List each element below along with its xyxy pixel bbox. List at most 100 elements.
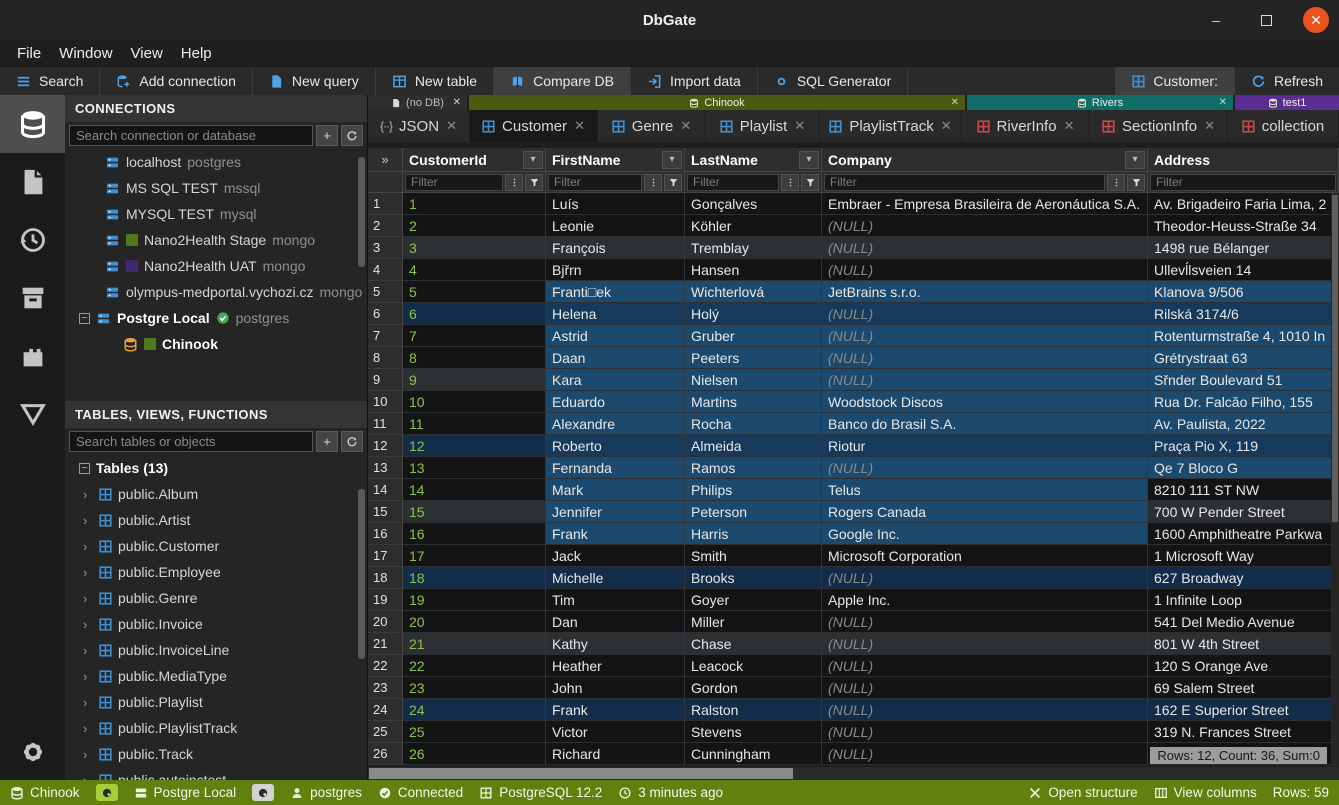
grid-horizontal-scrollbar[interactable] xyxy=(368,767,1339,780)
cell-company[interactable]: Google Inc. xyxy=(822,523,1148,545)
cell-firstname[interactable]: Frank xyxy=(546,699,685,721)
cell-lastname[interactable]: Peeters xyxy=(685,347,822,369)
cell-customerid[interactable]: 25 xyxy=(403,721,546,743)
connection-item-ms-sql-test[interactable]: MS SQL TESTmssql xyxy=(65,175,367,201)
cell-company[interactable]: (NULL) xyxy=(822,567,1148,589)
connection-item-localhost[interactable]: localhostpostgres xyxy=(65,149,367,175)
cell-address[interactable]: 700 W Pender Street xyxy=(1148,501,1339,523)
cell-company[interactable]: (NULL) xyxy=(822,743,1148,765)
collapse-expander[interactable]: − xyxy=(79,463,90,474)
close-tab-group-icon[interactable]: ✕ xyxy=(1219,97,1227,108)
toolbar-button-compare-db[interactable]: Compare DB xyxy=(494,67,631,95)
row-number[interactable]: 10 xyxy=(368,391,403,413)
cell-customerid[interactable]: 4 xyxy=(403,259,546,281)
table-item-public-artist[interactable]: ›public.Artist xyxy=(65,507,367,533)
menu-item-view[interactable]: View xyxy=(122,45,172,62)
row-number[interactable]: 23 xyxy=(368,677,403,699)
cell-company[interactable]: Embraer - Empresa Brasileira de Aeronáut… xyxy=(822,193,1148,215)
tab-collection[interactable]: collection xyxy=(1228,110,1339,142)
close-tab-icon[interactable]: ✕ xyxy=(574,118,585,134)
palette-badge[interactable] xyxy=(96,784,118,801)
tables-group-row[interactable]: −Tables (13) xyxy=(65,455,367,481)
chevron-right-icon[interactable]: › xyxy=(83,721,93,736)
cell-firstname[interactable]: Fernanda xyxy=(546,457,685,479)
table-item-public-playlisttrack[interactable]: ›public.PlaylistTrack xyxy=(65,715,367,741)
cell-company[interactable]: Rogers Canada xyxy=(822,501,1148,523)
connections-scrollbar[interactable] xyxy=(358,157,365,267)
cell-lastname[interactable]: Harris xyxy=(685,523,822,545)
chevron-right-icon[interactable]: › xyxy=(83,773,93,781)
cell-address[interactable]: Praça Pio X, 119 xyxy=(1148,435,1339,457)
horizontal-scroll-thumb[interactable] xyxy=(369,768,793,779)
cell-customerid[interactable]: 19 xyxy=(403,589,546,611)
cell-lastname[interactable]: Ralston xyxy=(685,699,822,721)
column-header-customerid[interactable]: CustomerId▾ xyxy=(403,148,546,172)
filter-funnel-button[interactable] xyxy=(801,174,819,191)
cell-firstname[interactable]: Richard xyxy=(546,743,685,765)
cell-firstname[interactable]: Alexandre xyxy=(546,413,685,435)
cell-customerid[interactable]: 5 xyxy=(403,281,546,303)
cell-company[interactable]: Banco do Brasil S.A. xyxy=(822,413,1148,435)
chevron-right-icon[interactable]: › xyxy=(83,747,93,762)
iconbar-archive-icon[interactable] xyxy=(0,269,65,327)
cell-customerid[interactable]: 14 xyxy=(403,479,546,501)
row-number[interactable]: 14 xyxy=(368,479,403,501)
toolbar-button-new-query[interactable]: New query xyxy=(253,67,376,95)
cell-address[interactable]: 120 S Orange Ave xyxy=(1148,655,1339,677)
cell-customerid[interactable]: 15 xyxy=(403,501,546,523)
cell-company[interactable]: (NULL) xyxy=(822,699,1148,721)
cell-lastname[interactable]: Brooks xyxy=(685,567,822,589)
cell-company[interactable]: Telus xyxy=(822,479,1148,501)
cell-firstname[interactable]: Kara xyxy=(546,369,685,391)
cell-customerid[interactable]: 8 xyxy=(403,347,546,369)
cell-company[interactable]: Microsoft Corporation xyxy=(822,545,1148,567)
cell-company[interactable]: (NULL) xyxy=(822,677,1148,699)
cell-firstname[interactable]: Luís xyxy=(546,193,685,215)
cell-firstname[interactable]: Daan xyxy=(546,347,685,369)
column-header-company[interactable]: Company▾ xyxy=(822,148,1148,172)
connections-search-input[interactable] xyxy=(69,125,313,146)
cell-address[interactable]: 1 Infinite Loop xyxy=(1148,589,1339,611)
filter-input-address[interactable] xyxy=(1150,174,1336,191)
filter-funnel-button[interactable] xyxy=(525,174,543,191)
tab-group--no-db-[interactable]: (no DB)✕ xyxy=(368,95,467,110)
menu-item-file[interactable]: File xyxy=(8,45,50,62)
tab-genre[interactable]: Genre✕ xyxy=(598,110,706,142)
cell-customerid[interactable]: 26 xyxy=(403,743,546,765)
cell-lastname[interactable]: Köhler xyxy=(685,215,822,237)
cell-lastname[interactable]: Almeida xyxy=(685,435,822,457)
column-dropdown-button[interactable]: ▾ xyxy=(523,151,543,169)
cell-firstname[interactable]: Jennifer xyxy=(546,501,685,523)
close-tab-icon[interactable]: ✕ xyxy=(446,118,457,134)
column-header-firstname[interactable]: FirstName▾ xyxy=(546,148,685,172)
cell-company[interactable]: (NULL) xyxy=(822,721,1148,743)
connections-add-button[interactable]: + xyxy=(316,125,338,146)
cell-address[interactable]: 1 Microsoft Way xyxy=(1148,545,1339,567)
cell-firstname[interactable]: Victor xyxy=(546,721,685,743)
status-item-palette[interactable] xyxy=(96,784,118,801)
chevron-right-icon[interactable]: › xyxy=(83,513,93,528)
status-item-view-columns[interactable]: View columns xyxy=(1154,785,1257,800)
cell-company[interactable]: Apple Inc. xyxy=(822,589,1148,611)
cell-company[interactable]: (NULL) xyxy=(822,237,1148,259)
status-item-postgresql-12-2[interactable]: PostgreSQL 12.2 xyxy=(479,785,602,800)
cell-customerid[interactable]: 23 xyxy=(403,677,546,699)
iconbar-plugins-icon[interactable] xyxy=(0,327,65,385)
row-number[interactable]: 20 xyxy=(368,611,403,633)
cell-address[interactable]: 801 W 4th Street xyxy=(1148,633,1339,655)
chevron-right-icon[interactable]: › xyxy=(83,565,93,580)
cell-company[interactable]: (NULL) xyxy=(822,259,1148,281)
expand-columns-button[interactable]: » xyxy=(368,148,403,172)
row-number[interactable]: 25 xyxy=(368,721,403,743)
connection-item-mysql-test[interactable]: MYSQL TESTmysql xyxy=(65,201,367,227)
cell-lastname[interactable]: Wichterlová xyxy=(685,281,822,303)
cell-lastname[interactable]: Hansen xyxy=(685,259,822,281)
cell-customerid[interactable]: 18 xyxy=(403,567,546,589)
cell-lastname[interactable]: Cunningham xyxy=(685,743,822,765)
tab-customer[interactable]: Customer✕ xyxy=(470,110,598,142)
chevron-right-icon[interactable]: › xyxy=(83,695,93,710)
cell-company[interactable]: (NULL) xyxy=(822,303,1148,325)
toolbar-button-new-table[interactable]: New table xyxy=(376,67,494,95)
cell-address[interactable]: 627 Broadway xyxy=(1148,567,1339,589)
cell-company[interactable]: (NULL) xyxy=(822,611,1148,633)
